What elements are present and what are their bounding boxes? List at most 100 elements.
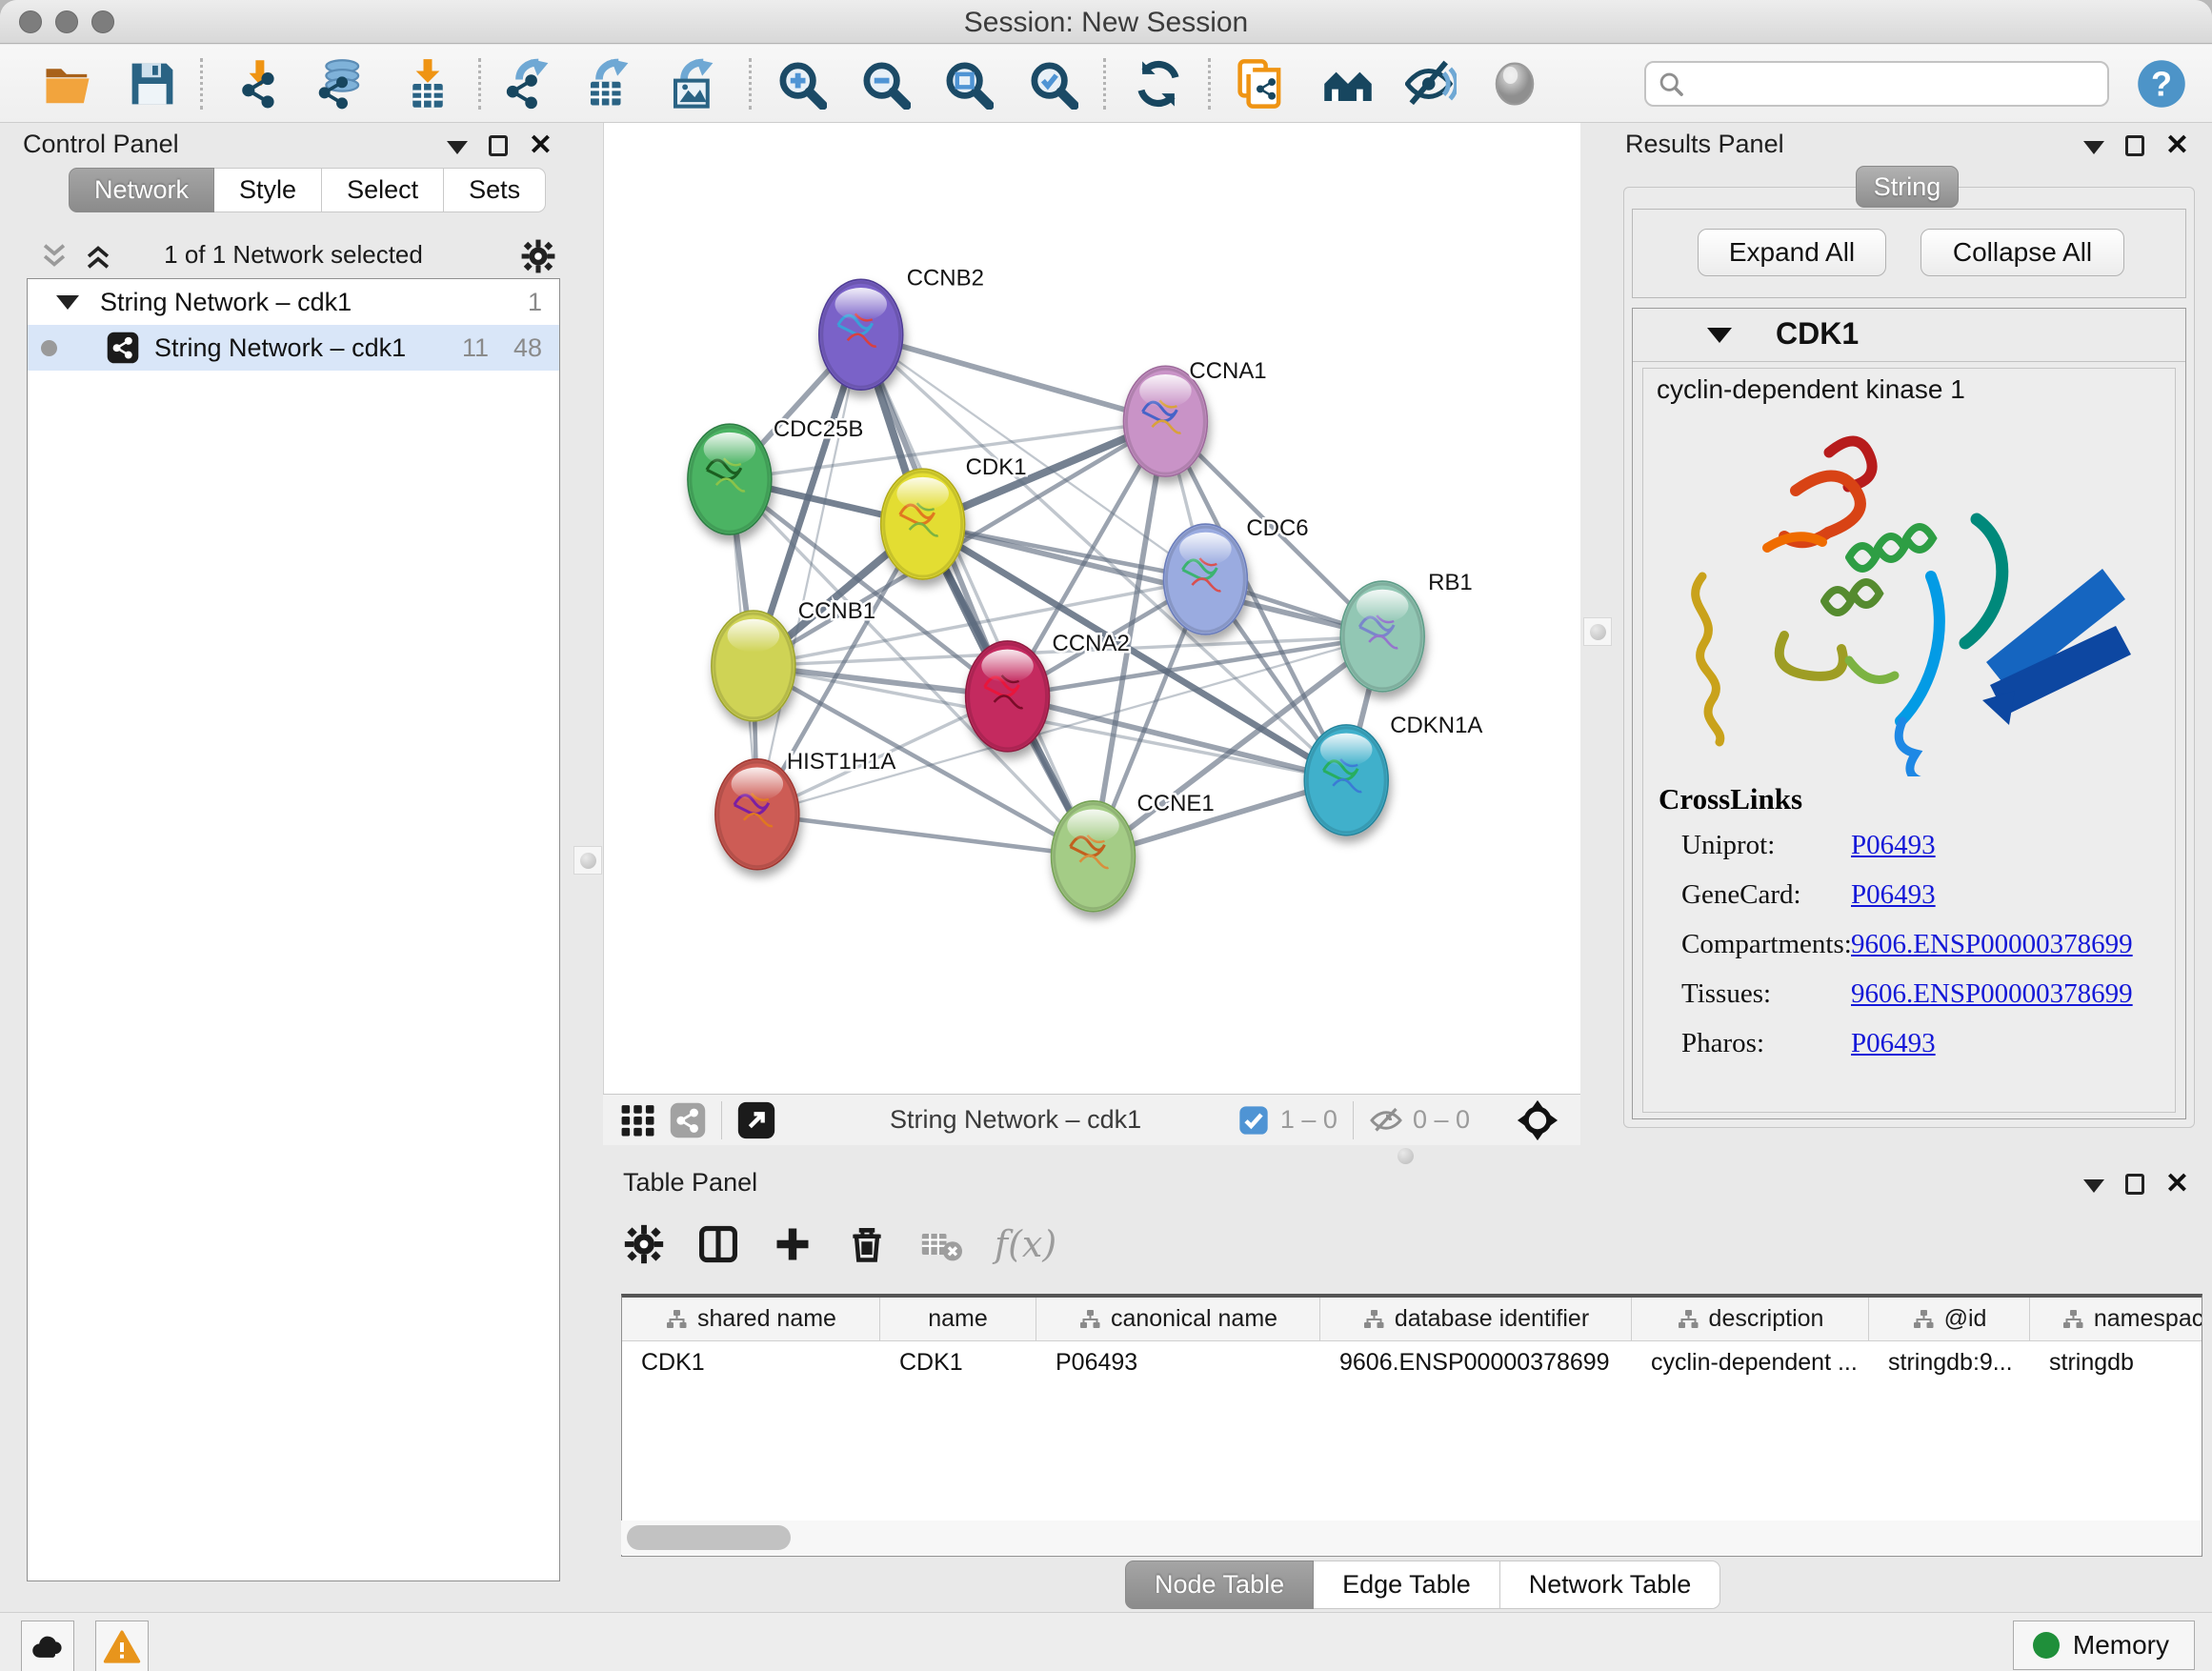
column-header-canonical-name[interactable]: canonical name bbox=[1036, 1298, 1320, 1340]
vertical-splitter-handle[interactable] bbox=[573, 846, 602, 875]
table-options-gear-icon[interactable] bbox=[623, 1223, 665, 1265]
level-of-detail-icon[interactable] bbox=[1487, 56, 1542, 111]
panel-float-icon[interactable] bbox=[2125, 1174, 2144, 1195]
table-cell[interactable]: P06493 bbox=[1036, 1341, 1320, 1385]
import-network-from-file-icon[interactable] bbox=[233, 56, 289, 111]
show-hide-graphics-details-icon[interactable] bbox=[1403, 56, 1458, 111]
open-session-icon[interactable] bbox=[40, 56, 95, 111]
node-HIST1H1A[interactable] bbox=[715, 759, 799, 870]
column-header-shared-name[interactable]: shared name bbox=[622, 1298, 880, 1340]
search-box[interactable] bbox=[1644, 61, 2109, 107]
table-cell[interactable]: stringdb bbox=[2030, 1341, 2202, 1385]
edge-CCNB2-HIST1H1A[interactable] bbox=[757, 334, 861, 815]
tab-select[interactable]: Select bbox=[322, 168, 444, 212]
network-canvas[interactable]: CCNB2CCNA1CDC25BCDK1CDC6RB1CCNB1CCNA2CDK… bbox=[603, 123, 1580, 1094]
panel-float-icon[interactable] bbox=[2125, 135, 2144, 156]
selected-checkbox-icon[interactable] bbox=[1238, 1105, 1269, 1136]
panel-menu-icon[interactable] bbox=[2083, 141, 2104, 154]
gene-section-header[interactable]: CDK1 bbox=[1633, 309, 2185, 362]
panel-float-icon[interactable] bbox=[489, 135, 508, 156]
node-CDKN1A[interactable] bbox=[1304, 725, 1388, 836]
table-cell[interactable]: CDK1 bbox=[622, 1341, 880, 1385]
panel-close-icon[interactable]: ✕ bbox=[2165, 1172, 2189, 1197]
scrollbar-thumb[interactable] bbox=[627, 1525, 791, 1550]
tab-sets[interactable]: Sets bbox=[444, 168, 546, 212]
grid-view-icon[interactable] bbox=[620, 1102, 656, 1138]
memory-button[interactable]: Memory bbox=[2013, 1621, 2195, 1670]
show-columns-icon[interactable] bbox=[697, 1223, 739, 1265]
vertical-splitter-handle[interactable] bbox=[1583, 617, 1612, 646]
export-table-icon[interactable] bbox=[580, 56, 635, 111]
node-CDK1[interactable] bbox=[881, 469, 965, 579]
export-network-icon[interactable] bbox=[500, 56, 555, 111]
import-table-from-file-icon[interactable] bbox=[400, 56, 455, 111]
tab-style[interactable]: Style bbox=[214, 168, 322, 212]
tab-network[interactable]: Network bbox=[69, 168, 214, 212]
tab-edge-table[interactable]: Edge Table bbox=[1314, 1560, 1500, 1609]
crosslink-link[interactable]: P06493 bbox=[1851, 1028, 1936, 1059]
delete-column-icon[interactable] bbox=[846, 1223, 888, 1265]
create-column-icon[interactable] bbox=[772, 1223, 814, 1265]
gene-collapse-icon[interactable] bbox=[1707, 328, 1732, 343]
help-icon[interactable]: ? bbox=[2134, 56, 2189, 111]
table-cell[interactable]: 9606.ENSP00000378699 bbox=[1320, 1341, 1632, 1385]
table-horizontal-scrollbar[interactable] bbox=[621, 1520, 2201, 1555]
column-header-description[interactable]: description bbox=[1632, 1298, 1869, 1340]
column-header-namespace[interactable]: namespace bbox=[2030, 1298, 2202, 1340]
node-CCNE1[interactable] bbox=[1052, 801, 1136, 912]
edge-CCNB2-CCNE1[interactable] bbox=[861, 334, 1094, 856]
birds-eye-view-icon[interactable] bbox=[1516, 1098, 1559, 1142]
zoom-fit-icon[interactable] bbox=[940, 56, 995, 111]
node-CDC6[interactable] bbox=[1163, 524, 1247, 634]
node-CDC25B[interactable] bbox=[688, 424, 772, 534]
table-cell[interactable]: cyclin-dependent ... bbox=[1632, 1341, 1869, 1385]
crosslink-link[interactable]: 9606.ENSP00000378699 bbox=[1851, 978, 2133, 1010]
save-session-icon[interactable] bbox=[125, 56, 180, 111]
home-panel-icon[interactable] bbox=[1320, 56, 1376, 111]
edge-HIST1H1A-CCNE1[interactable] bbox=[757, 815, 1094, 856]
node-CCNB2[interactable] bbox=[819, 279, 903, 390]
crosslink-link[interactable]: 9606.ENSP00000378699 bbox=[1851, 929, 2133, 960]
zoom-selected-icon[interactable] bbox=[1025, 56, 1080, 111]
network-view-icon[interactable] bbox=[670, 1102, 706, 1138]
table-cell[interactable]: CDK1 bbox=[880, 1341, 1036, 1385]
zoom-out-icon[interactable] bbox=[857, 56, 913, 111]
table-tabs: Node TableEdge TableNetwork Table bbox=[1125, 1560, 1720, 1609]
expand-all-button[interactable]: Expand All bbox=[1698, 229, 1886, 276]
column-header-@id[interactable]: @id bbox=[1869, 1298, 2030, 1340]
network-view-title: String Network – cdk1 bbox=[890, 1105, 1141, 1135]
node-CCNB1[interactable] bbox=[712, 611, 795, 721]
cloud-button[interactable] bbox=[21, 1621, 74, 1671]
tab-string[interactable]: String bbox=[1856, 166, 1959, 208]
network-options-gear-icon[interactable] bbox=[520, 238, 556, 274]
node-RB1[interactable] bbox=[1340, 581, 1424, 692]
crosslink-link[interactable]: P06493 bbox=[1851, 879, 1936, 911]
tab-network-table[interactable]: Network Table bbox=[1500, 1560, 1721, 1609]
column-header-database-identifier[interactable]: database identifier bbox=[1320, 1298, 1632, 1340]
network-row[interactable]: String Network – cdk1 11 48 bbox=[28, 325, 559, 371]
import-network-from-database-icon[interactable] bbox=[312, 56, 368, 111]
zoom-in-icon[interactable] bbox=[774, 56, 829, 111]
panel-menu-icon[interactable] bbox=[2083, 1179, 2104, 1193]
crosslinks-section: CrossLinks Uniprot:P06493GeneCard:P06493… bbox=[1659, 782, 2133, 1077]
column-header-name[interactable]: name bbox=[880, 1298, 1036, 1340]
crosslink-row: Tissues:9606.ENSP00000378699 bbox=[1659, 978, 2133, 1010]
crosslink-link[interactable]: P06493 bbox=[1851, 830, 1936, 861]
clone-network-icon[interactable] bbox=[1233, 56, 1288, 111]
panel-close-icon[interactable]: ✕ bbox=[2165, 133, 2189, 158]
tab-node-table[interactable]: Node Table bbox=[1125, 1560, 1314, 1609]
warning-button[interactable] bbox=[95, 1621, 149, 1671]
network-collection-row[interactable]: String Network – cdk1 1 bbox=[28, 279, 559, 325]
detach-view-icon[interactable] bbox=[737, 1101, 775, 1139]
table-row[interactable]: CDK1CDK1P064939606.ENSP00000378699cyclin… bbox=[622, 1341, 2202, 1385]
export-image-icon[interactable] bbox=[665, 56, 720, 111]
results-panel: Results Panel ✕ String Expand All Collap… bbox=[1616, 128, 2202, 1143]
search-input[interactable] bbox=[1684, 65, 2107, 103]
panel-menu-icon[interactable] bbox=[447, 141, 468, 154]
node-CCNA2[interactable] bbox=[966, 641, 1050, 752]
collection-expand-icon[interactable] bbox=[56, 295, 79, 310]
collapse-all-button[interactable]: Collapse All bbox=[1920, 229, 2124, 276]
panel-close-icon[interactable]: ✕ bbox=[529, 133, 553, 158]
table-cell[interactable]: stringdb:9... bbox=[1869, 1341, 2030, 1385]
update-network-icon[interactable] bbox=[1131, 56, 1186, 111]
